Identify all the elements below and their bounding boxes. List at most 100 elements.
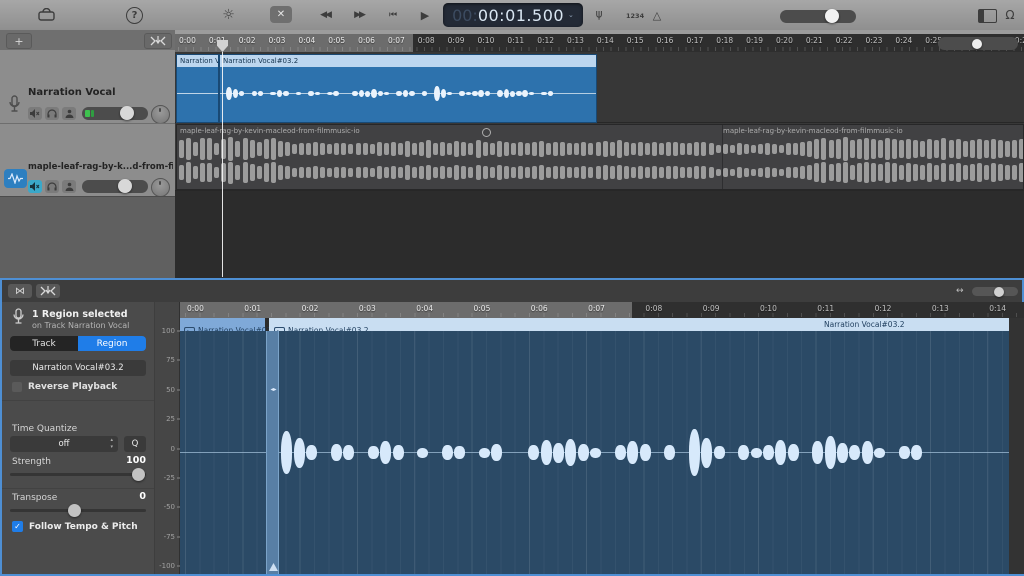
master-volume-slider[interactable] xyxy=(780,10,856,23)
music-waveform-bar xyxy=(532,166,537,178)
transpose-knob[interactable] xyxy=(68,504,81,517)
strength-knob[interactable] xyxy=(132,468,145,481)
editor-ruler-tick-label: 0:02 xyxy=(302,304,319,313)
track-region-segmented-control: Track Region xyxy=(10,336,146,351)
timeline-ruler[interactable]: 0:000:010:020:030:040:050:060:070:080:09… xyxy=(175,34,1024,52)
tab-track[interactable]: Track xyxy=(10,336,78,351)
editor-catch-button[interactable] xyxy=(36,284,60,298)
music-waveform-bar xyxy=(906,163,911,182)
music-waveform-bar xyxy=(461,142,466,155)
editor-ruler[interactable]: 0:000:010:020:030:040:050:060:070:080:09… xyxy=(180,302,1024,318)
music-waveform-bar xyxy=(694,166,699,178)
region-name-field[interactable]: Narration Vocal#03.2 xyxy=(10,360,146,376)
lcd-display[interactable]: 00: 00:01.500 ⌄ xyxy=(443,3,583,27)
region-narration-03-2[interactable]: Narration Vocal#03.2 xyxy=(219,54,597,123)
strength-slider[interactable] xyxy=(10,473,146,476)
music-waveform-bar xyxy=(179,165,184,181)
waveform-blob xyxy=(365,91,371,97)
library-icon[interactable] xyxy=(36,7,56,22)
track-name-label[interactable]: Narration Vocal xyxy=(28,87,116,98)
editor-zoom-knob[interactable] xyxy=(994,287,1004,297)
region-centerline xyxy=(177,93,219,94)
go-to-beginning-button[interactable]: ⏮ xyxy=(384,8,402,22)
waveform-blob xyxy=(478,90,484,98)
catch-playhead-button[interactable] xyxy=(144,33,172,49)
music-waveform-bar xyxy=(836,139,841,160)
music-waveform-bar xyxy=(454,165,459,180)
track-header-narration[interactable]: Narration Vocal xyxy=(0,50,175,123)
ruler-tick-label: 0:07 xyxy=(388,36,405,45)
metronome-icon[interactable]: △ xyxy=(650,8,664,22)
mute-button[interactable] xyxy=(28,107,42,120)
music-waveform-bar xyxy=(341,167,346,178)
music-waveform-bar xyxy=(765,143,770,154)
time-quantize-dropdown[interactable]: off ▴▾ xyxy=(10,436,118,452)
track-header-music[interactable]: maple-leaf-rag-by-k...d-from-filmmusic-i… xyxy=(0,123,175,197)
add-track-button[interactable]: + xyxy=(6,33,32,49)
help-icon[interactable]: ? xyxy=(126,7,143,24)
track-name-label[interactable]: maple-leaf-rag-by-k...d-from-filmmusic-i… xyxy=(28,162,173,172)
count-in-icon[interactable]: 1234 xyxy=(626,11,644,21)
display-mode-icon[interactable] xyxy=(978,9,997,23)
pan-knob[interactable] xyxy=(151,178,170,197)
music-waveform-bar xyxy=(327,168,332,177)
solo-headphones-icon[interactable] xyxy=(45,180,59,193)
region-narration-03-1[interactable]: Narration Voc xyxy=(176,54,219,123)
music-waveform-bar xyxy=(843,162,848,183)
solo-headphones-icon[interactable] xyxy=(45,107,59,120)
music-waveform-bar xyxy=(800,142,805,155)
scale-label: 100 xyxy=(162,327,175,335)
music-waveform-bar xyxy=(207,163,212,183)
editor-waveform-area[interactable]: ◂▸ xyxy=(180,331,1009,574)
editor-ruler-tick-label: 0:06 xyxy=(531,304,548,313)
mute-button-active[interactable] xyxy=(28,180,42,193)
track-volume-slider[interactable] xyxy=(82,107,148,120)
region-music[interactable]: maple-leaf-rag-by-kevin-macleod-from-fil… xyxy=(176,124,1024,190)
forward-button[interactable]: ▶▶ xyxy=(348,8,370,22)
pan-knob[interactable] xyxy=(151,105,170,124)
music-waveform-bar xyxy=(574,143,579,155)
music-waveform-bar xyxy=(313,166,318,178)
notifications-icon[interactable]: Ω xyxy=(1003,7,1017,23)
music-waveform-bar xyxy=(991,139,996,159)
music-waveform-bar xyxy=(292,168,297,178)
quantize-q-button[interactable]: Q xyxy=(124,436,146,452)
horizontal-zoom-knob[interactable] xyxy=(972,39,982,49)
music-waveform-bar xyxy=(814,163,819,181)
music-waveform-bar xyxy=(920,165,925,180)
ruler-tick-label: 0:08 xyxy=(418,36,435,45)
music-waveform-bar xyxy=(857,163,862,181)
monitoring-icon[interactable] xyxy=(62,107,76,120)
tab-region[interactable]: Region xyxy=(78,336,146,351)
music-waveform-bar xyxy=(412,167,417,177)
selection-subtitle: on Track Narration Vocal xyxy=(32,321,129,330)
ruler-minor-ticks xyxy=(178,47,1024,51)
music-waveform-bar xyxy=(504,142,509,155)
waveform-blob xyxy=(258,91,264,96)
editor-region-strip-03-2[interactable]: ▶Narration Vocal#03.2 Narration Vocal#03… xyxy=(269,318,1009,331)
track-volume-knob[interactable] xyxy=(118,179,132,193)
play-button[interactable]: ▶ xyxy=(417,7,433,23)
lcd-chevron-icon[interactable]: ⌄ xyxy=(568,11,574,19)
editor-region-strip-03-1[interactable]: ▶Narration Vocal#03.1 xyxy=(180,318,265,331)
music-waveform-bar xyxy=(412,143,417,154)
music-waveform-bar xyxy=(426,140,431,157)
music-waveform-bar xyxy=(631,167,636,178)
music-waveform-bar xyxy=(398,143,403,155)
rewind-button[interactable]: ◀◀ xyxy=(314,8,336,22)
master-volume-knob[interactable] xyxy=(825,9,839,23)
follow-tempo-checkbox[interactable]: ✓ xyxy=(12,521,23,532)
brightness-icon[interactable]: ☼ xyxy=(220,6,237,23)
waveform-blob xyxy=(689,429,700,477)
reverse-playback-checkbox[interactable] xyxy=(12,382,22,392)
music-waveform-bar xyxy=(723,144,728,154)
music-waveform-bar xyxy=(899,140,904,157)
flex-time-button[interactable]: ⋈ xyxy=(8,284,32,298)
track-volume-slider[interactable] xyxy=(82,180,148,193)
monitoring-icon[interactable] xyxy=(62,180,76,193)
music-waveform-bar xyxy=(292,144,297,155)
track-volume-knob[interactable] xyxy=(120,106,134,120)
tuning-fork-icon[interactable]: ⋔ xyxy=(592,7,606,23)
app-badge-icon[interactable]: ✕ xyxy=(270,6,292,23)
waveform-blob xyxy=(640,444,651,462)
